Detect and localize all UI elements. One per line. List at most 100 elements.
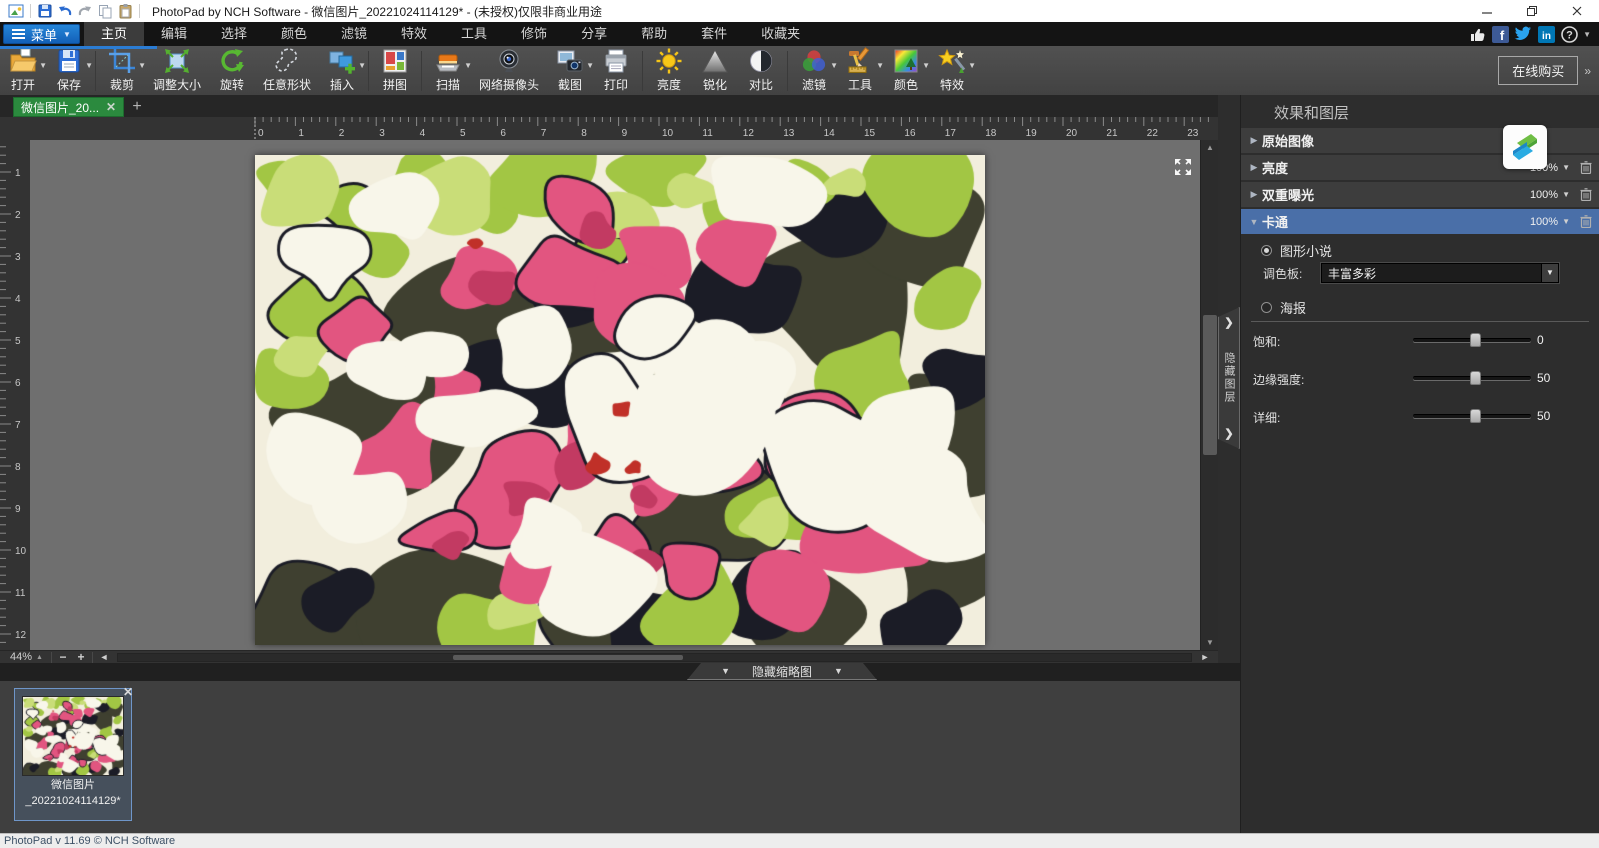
minimize-button[interactable] (1464, 0, 1509, 22)
slider-track[interactable] (1413, 414, 1531, 418)
layer-opacity-value[interactable]: 100% (1530, 189, 1558, 201)
chevron-down-icon[interactable]: ▼ (1562, 190, 1570, 199)
copy-icon[interactable] (95, 2, 115, 20)
scroll-up-arrow[interactable]: ▲ (1201, 140, 1219, 155)
thumbnail-image[interactable] (22, 696, 124, 776)
chevron-down-icon[interactable]: ▼ (968, 61, 976, 70)
menu-tab-颜色[interactable]: 颜色 (264, 22, 324, 46)
document-tab[interactable]: 微信图片_20... ✕ (13, 97, 124, 117)
chevron-down-icon[interactable]: ▼ (1541, 264, 1558, 282)
slider-track[interactable] (1413, 376, 1531, 380)
linkedin-icon[interactable]: in (1537, 25, 1555, 43)
facebook-icon[interactable]: f (1491, 25, 1509, 43)
thumbnail-item[interactable]: 微信图片 _20221024114129* ✕ (14, 688, 132, 821)
redo-icon[interactable] (75, 2, 95, 20)
help-icon[interactable]: ? (1560, 25, 1578, 43)
close-button[interactable] (1554, 0, 1599, 22)
delete-layer-icon[interactable] (1580, 215, 1592, 228)
delete-layer-icon[interactable] (1580, 188, 1592, 201)
toolbar-button-resize[interactable]: 调整大小 (145, 46, 209, 95)
layer-row-3[interactable]: ▶双重曝光100%▼ (1241, 182, 1599, 207)
vertical-scrollbar-thumb[interactable] (1203, 315, 1217, 455)
palette-select[interactable]: 丰富多彩 ▼ (1321, 263, 1559, 283)
menu-tab-滤镜[interactable]: 滤镜 (324, 22, 384, 46)
scroll-down-arrow[interactable]: ▼ (1201, 635, 1219, 650)
new-tab-button[interactable]: + (124, 97, 150, 117)
menu-tab-修饰[interactable]: 修饰 (504, 22, 564, 46)
toolbar-button-screenshot[interactable]: ▼截图 (547, 46, 593, 95)
horizontal-scrollbar[interactable] (117, 653, 1192, 662)
chevron-down-icon[interactable]: ▼ (1562, 163, 1570, 172)
scroll-right-arrow[interactable]: ► (1196, 651, 1214, 663)
expand-arrow-icon[interactable]: ▶ (1246, 135, 1262, 146)
menu-tab-套件[interactable]: 套件 (684, 22, 744, 46)
toolbar-button-scan[interactable]: ▼扫描 (425, 46, 471, 95)
zoom-level[interactable]: 44% (10, 651, 32, 663)
slider-thumb[interactable] (1470, 371, 1481, 385)
toolbar-button-print[interactable]: 打印 (593, 46, 639, 95)
chevron-down-icon[interactable]: ▼ (85, 61, 93, 70)
expand-arrow-icon[interactable]: ▶ (1246, 189, 1262, 200)
hide-layers-tab[interactable]: ❯ 隐藏图层 ❯ (1218, 307, 1240, 449)
scroll-left-arrow[interactable]: ◄ (95, 651, 113, 663)
canvas-area[interactable] (30, 140, 1200, 650)
toolbar-overflow-chevron[interactable]: » (1580, 64, 1599, 78)
fullscreen-icon[interactable] (1172, 156, 1194, 178)
zoom-out-button[interactable]: − (54, 651, 72, 663)
menu-tab-主页[interactable]: 主页 (84, 22, 144, 46)
buy-online-button[interactable]: 在线购买 (1498, 56, 1578, 85)
toolbar-button-color[interactable]: ▼颜色 (883, 46, 929, 95)
toolbar-button-brightness[interactable]: 亮度 (646, 46, 692, 95)
quick-save-icon[interactable] (35, 2, 55, 20)
radio-poster[interactable]: 海报 (1261, 298, 1306, 317)
delete-layer-icon[interactable] (1580, 161, 1592, 174)
slider-thumb[interactable] (1470, 333, 1481, 347)
toolbar-button-open[interactable]: ▼打开 (0, 46, 46, 95)
zoom-dropdown-caret[interactable]: ▲ (36, 654, 43, 661)
slider-track[interactable] (1413, 338, 1531, 342)
menu-tab-特效[interactable]: 特效 (384, 22, 444, 46)
toolbar-button-freeform[interactable]: 任意形状 (255, 46, 319, 95)
vertical-scrollbar[interactable]: ▲ ▼ (1200, 140, 1218, 650)
hide-thumbnails-button[interactable]: ▼ 隐藏缩略图 ▼ (687, 663, 877, 680)
toolbar-button-sharpen[interactable]: 锐化 (692, 46, 738, 95)
document-tab-close-icon[interactable]: ✕ (106, 101, 116, 113)
undo-icon[interactable] (55, 2, 75, 20)
horizontal-scrollbar-thumb[interactable] (453, 655, 683, 660)
restore-button[interactable] (1509, 0, 1554, 22)
toolbar-button-tools[interactable]: ▼工具 (837, 46, 883, 95)
zoom-in-button[interactable]: + (72, 651, 90, 663)
menu-tab-选择[interactable]: 选择 (204, 22, 264, 46)
toolbar-button-filter[interactable]: ▼滤镜 (791, 46, 837, 95)
toolbar-button-save[interactable]: ▼保存 (46, 46, 92, 95)
chevron-down-icon[interactable]: ▼ (1562, 217, 1570, 226)
radio-unselected-icon[interactable] (1261, 302, 1272, 313)
menu-tab-工具[interactable]: 工具 (444, 22, 504, 46)
toolbar-button-crop[interactable]: ▼裁剪 (99, 46, 145, 95)
toolbar-button-webcam[interactable]: 网络摄像头 (471, 46, 547, 95)
menu-tab-帮助[interactable]: 帮助 (624, 22, 684, 46)
chevron-down-icon[interactable]: ▼ (358, 61, 366, 70)
expand-arrow-icon[interactable]: ▶ (1246, 162, 1262, 173)
layer-opacity-value[interactable]: 100% (1530, 216, 1558, 228)
radio-selected-icon[interactable] (1261, 245, 1272, 256)
slider-thumb[interactable] (1470, 409, 1481, 423)
collapse-arrow-icon[interactable]: ▼ (1246, 217, 1262, 227)
toolbar-button-contrast[interactable]: 对比 (738, 46, 784, 95)
twitter-icon[interactable] (1514, 25, 1532, 43)
paste-icon[interactable] (115, 2, 135, 20)
radio-graphic-novel[interactable]: 图形小说 (1261, 241, 1332, 260)
toolbar-button-effects[interactable]: ▼特效 (929, 46, 975, 95)
thumbnail-close-icon[interactable]: ✕ (123, 686, 133, 698)
menu-tab-编辑[interactable]: 编辑 (144, 22, 204, 46)
menu-button[interactable]: 菜单 ▼ (3, 24, 80, 44)
chevron-down-icon[interactable]: ▼ (1583, 30, 1591, 39)
document-image[interactable] (255, 155, 985, 645)
toolbar-button-insert[interactable]: ▼插入 (319, 46, 365, 95)
menu-tab-收藏夹[interactable]: 收藏夹 (744, 22, 817, 46)
toolbar-button-rotate[interactable]: 旋转 (209, 46, 255, 95)
like-icon[interactable] (1468, 25, 1486, 43)
menu-tab-分享[interactable]: 分享 (564, 22, 624, 46)
layer-row-4[interactable]: ▼卡通100%▼ (1241, 209, 1599, 234)
toolbar-button-collage[interactable]: 拼图 (372, 46, 418, 95)
